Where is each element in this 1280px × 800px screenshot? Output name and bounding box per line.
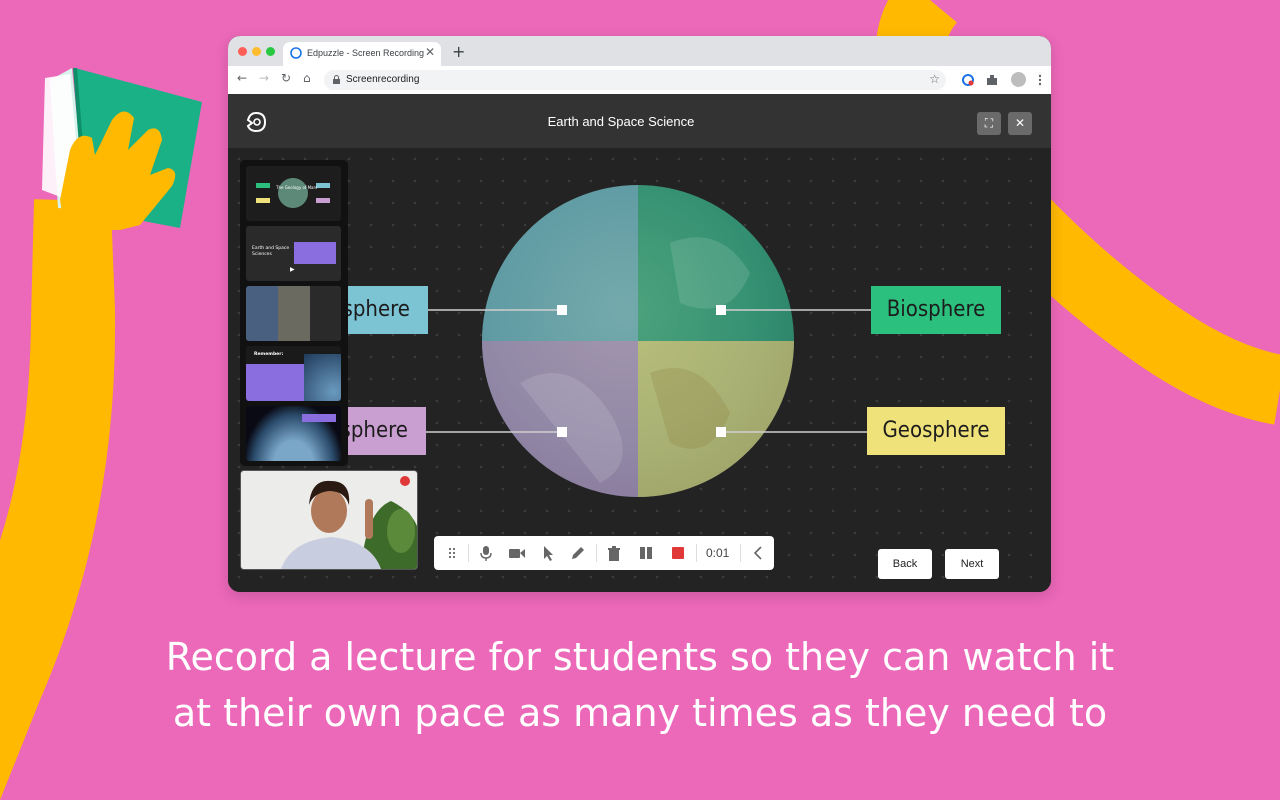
toolbar-divider [596,544,597,562]
hydrosphere-label: sphere [340,286,428,334]
reload-icon[interactable]: ↻ [281,71,291,85]
pen-icon[interactable] [570,545,586,561]
trash-icon[interactable] [606,545,622,561]
fullscreen-button[interactable]: ⛶ [977,112,1001,135]
maximize-window-dot[interactable] [266,47,275,56]
next-button[interactable]: Next [945,549,999,579]
lock-icon [333,75,340,84]
slide-thumbnails-panel: The Geology of Mars Earth and Space Scie… [240,160,348,466]
address-bar-row: ← → ↻ ⌂ Screenrecording ☆ [228,66,1051,95]
pause-icon[interactable] [638,545,654,561]
tab-close-icon[interactable]: ✕ [425,45,435,59]
home-icon[interactable]: ⌂ [303,71,311,85]
back-arrow-icon[interactable]: ← [237,71,247,85]
camera-icon[interactable] [508,545,526,561]
microphone-icon[interactable] [478,545,494,561]
slide-thumbnail[interactable]: Earth and Space Sciences ▶ [246,226,341,281]
address-text: Screenrecording [346,74,420,85]
close-window-dot[interactable] [238,47,247,56]
slide-thumbnail[interactable] [246,286,341,341]
slide-thumbnail[interactable] [246,406,341,461]
slide-thumbnail[interactable]: Remember: [246,346,341,401]
thumbnail-earth-image [304,354,341,401]
thumbnail-purple-box [302,414,336,422]
presentation-title: Earth and Space Science [547,114,695,129]
toolbar-divider [468,544,469,562]
thumbnail-purple-box [294,242,336,264]
slide-stage: sphere Biosphere sphere Geosphere The Ge… [228,148,1051,592]
thumbnail-graphic [256,178,330,208]
thumbnail-photo [310,286,341,341]
presenter-video-image [241,471,417,569]
play-icon: ▶ [290,266,295,273]
thumbnail-title: The Geology of Mars [276,185,318,190]
profile-avatar[interactable] [1011,72,1026,87]
thumbnail-photo [278,286,310,341]
recording-indicator [400,476,410,486]
more-options-icon[interactable] [1038,74,1042,86]
address-bar[interactable]: Screenrecording ☆ [324,70,946,90]
pointer-icon[interactable] [540,545,556,561]
geosphere-label: Geosphere [867,407,1005,455]
browser-tab[interactable]: Edpuzzle - Screen Recording ✕ [283,42,441,66]
stop-record-icon[interactable] [670,545,686,561]
tab-title: Edpuzzle - Screen Recording [307,48,425,58]
recording-toolbar: 0:01 [434,536,774,570]
thumbnail-title: Earth and Space Sciences [252,246,290,257]
tab-bar: Edpuzzle - Screen Recording ✕ + [228,36,1051,66]
app-header: Earth and Space Science ⛶ ✕ [228,94,1051,148]
thumbnail-photo [246,286,278,341]
webcam-preview[interactable] [240,470,418,570]
toolbar-divider [740,544,741,562]
recording-timer: 0:01 [706,546,730,560]
thumbnail-purple-box [246,364,304,401]
collapse-chevron-icon[interactable] [750,545,766,561]
browser-window: Edpuzzle - Screen Recording ✕ + ← → ↻ ⌂ … [228,36,1051,592]
extensions-puzzle-icon[interactable] [985,73,999,87]
new-tab-button[interactable]: + [452,42,465,61]
slide-thumbnail[interactable]: The Geology of Mars [246,166,341,221]
atmosphere-label: sphere [340,407,426,455]
caption-line-1: Record a lecture for students so they ca… [165,635,1115,679]
close-button[interactable]: ✕ [1008,112,1032,135]
biosphere-label: Biosphere [871,286,1001,334]
toolbar-divider [696,544,697,562]
drag-handle-icon[interactable] [444,545,460,561]
edpuzzle-extension-icon[interactable] [961,73,975,87]
bookmark-star-icon[interactable]: ☆ [929,72,940,86]
forward-arrow-icon[interactable]: → [259,71,269,85]
minimize-window-dot[interactable] [252,47,261,56]
caption-line-2: at their own pace as many times as they … [172,691,1108,735]
back-button[interactable]: Back [878,549,932,579]
thumbnail-title: Remember: [254,352,284,357]
edpuzzle-favicon-icon [290,47,302,59]
